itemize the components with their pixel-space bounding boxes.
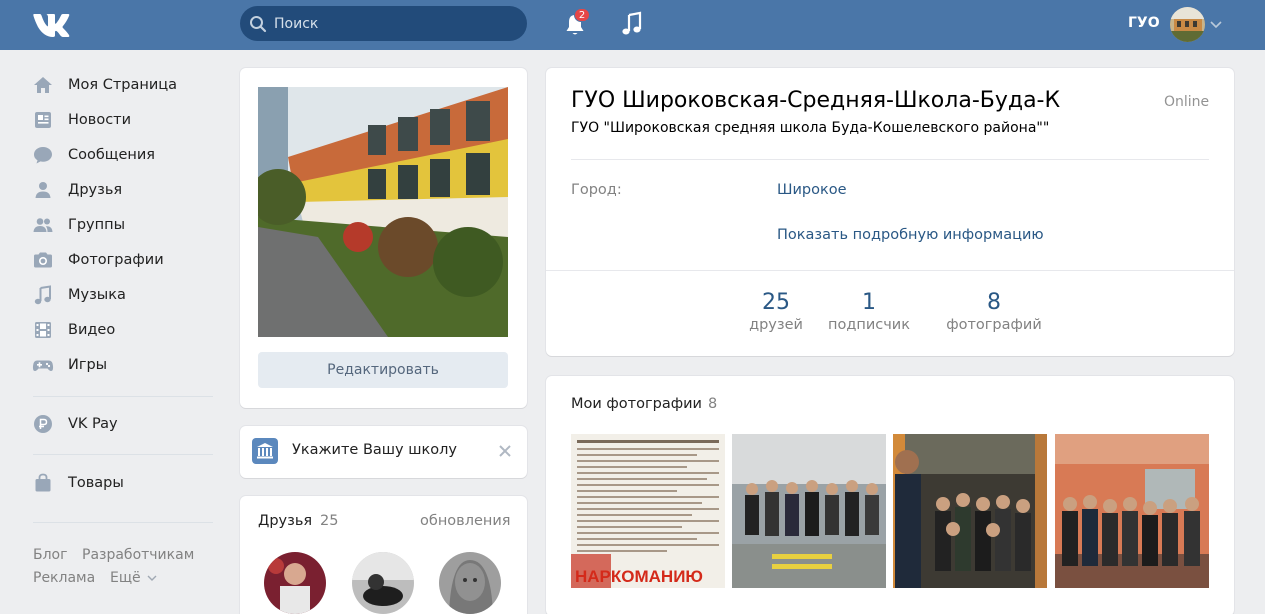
- profile-status[interactable]: ГУО "Широковская средняя школа Буда-Коше…: [571, 120, 1049, 136]
- sidebar-item-label: Фотографии: [68, 252, 164, 268]
- photo-thumb[interactable]: [1055, 434, 1209, 588]
- school-prompt-text: Укажите Вашу школу: [292, 442, 457, 458]
- sidebar-item-label: Друзья: [68, 182, 123, 198]
- header-user-name[interactable]: ГУО: [1128, 15, 1160, 31]
- profile-info-card: ГУО Широковская-Средняя-Школа-Буда-К ГУО…: [546, 68, 1234, 356]
- notification-badge: 2: [574, 8, 590, 22]
- photo-thumb[interactable]: [732, 434, 886, 588]
- sidebar-item-messages[interactable]: Сообщения: [32, 140, 222, 170]
- sidebar-item-games[interactable]: Игры: [32, 350, 222, 380]
- sidebar-item-label: Новости: [68, 112, 132, 128]
- search-icon: [250, 16, 267, 33]
- sidebar-item-news[interactable]: Новости: [32, 105, 222, 135]
- vk-pay-icon: [32, 413, 54, 435]
- news-icon: [32, 109, 54, 131]
- sidebar-item-vk-pay[interactable]: VK Pay: [32, 409, 222, 439]
- stat-number: 8: [987, 290, 1001, 315]
- sidebar-item-label: VK Pay: [68, 416, 118, 432]
- photos-title[interactable]: Мои фотографии: [571, 396, 702, 412]
- photo-thumb[interactable]: НАРКОМАНИЮ: [571, 434, 725, 588]
- stat-caption: подписчик: [827, 317, 910, 333]
- music-icon: [32, 284, 54, 306]
- sidebar-item-market[interactable]: Товары: [32, 468, 222, 498]
- friends-count: 25: [320, 513, 339, 529]
- video-icon: [32, 319, 54, 341]
- sidebar-divider: [33, 396, 213, 397]
- stat-followers[interactable]: 1 подписчик: [824, 290, 914, 333]
- friends-updates-link[interactable]: обновления: [420, 513, 511, 529]
- chevron-down-icon[interactable]: [1210, 19, 1222, 29]
- profile-photo-card: Редактировать: [240, 68, 527, 408]
- sidebar-item-label: Моя Страница: [68, 77, 178, 93]
- bag-icon: [32, 472, 54, 494]
- thumb-caption: НАРКОМАНИЮ: [575, 567, 703, 586]
- friends-title[interactable]: Друзья: [258, 513, 312, 529]
- friends-card: Друзья 25 обновления: [240, 496, 527, 614]
- sidebar-divider: [33, 522, 213, 523]
- footer-link-blog[interactable]: Блог: [33, 547, 67, 563]
- sidebar-item-label: Игры: [68, 357, 108, 373]
- profile-photo[interactable]: [258, 87, 508, 337]
- show-details-link[interactable]: Показать подробную информацию: [777, 227, 1044, 243]
- profile-name: ГУО Широковская-Средняя-Школа-Буда-К: [571, 88, 1061, 113]
- city-label: Город:: [571, 182, 622, 198]
- sidebar-item-video[interactable]: Видео: [32, 315, 222, 345]
- search-input[interactable]: [274, 6, 514, 41]
- sidebar-item-label: Сообщения: [68, 147, 156, 163]
- stat-caption: друзей: [749, 317, 803, 333]
- top-header: 2 ГУО: [0, 0, 1265, 50]
- sidebar-item-music[interactable]: Музыка: [32, 280, 222, 310]
- city-link[interactable]: Широкое: [777, 182, 847, 198]
- stat-photos[interactable]: 8 фотографий: [942, 290, 1046, 333]
- music-icon[interactable]: [620, 11, 644, 37]
- close-icon[interactable]: [498, 444, 512, 458]
- online-status: Online: [1164, 94, 1210, 110]
- photo-thumb[interactable]: [893, 434, 1047, 588]
- search-box[interactable]: [240, 6, 527, 41]
- divider: [546, 270, 1234, 271]
- chevron-down-icon: [147, 575, 157, 581]
- sidebar-item-label: Музыка: [68, 287, 126, 303]
- divider: [571, 159, 1209, 160]
- sidebar-item-label: Товары: [68, 475, 124, 491]
- header-avatar[interactable]: [1170, 7, 1205, 42]
- friend-avatar[interactable]: [264, 552, 326, 614]
- messages-icon: [32, 144, 54, 166]
- friend-avatar[interactable]: [439, 552, 501, 614]
- vk-logo[interactable]: [32, 10, 74, 38]
- friend-avatar[interactable]: [352, 552, 414, 614]
- school-prompt-card[interactable]: Укажите Вашу школу: [240, 426, 527, 478]
- sidebar-item-photos[interactable]: Фотографии: [32, 245, 222, 275]
- stat-number: 1: [862, 290, 876, 315]
- sidebar-divider: [33, 454, 213, 455]
- friends-icon: [32, 179, 54, 201]
- photos-card: Мои фотографии 8 НАРКОМАНИЮ: [546, 376, 1234, 614]
- footer-more-label: Ещё: [110, 570, 141, 586]
- school-icon: [252, 438, 278, 464]
- camera-icon: [32, 249, 54, 271]
- stat-number: 25: [762, 290, 790, 315]
- sidebar-item-friends[interactable]: Друзья: [32, 175, 222, 205]
- footer-link-developers[interactable]: Разработчикам: [82, 547, 194, 563]
- groups-icon: [32, 214, 54, 236]
- stat-caption: фотографий: [946, 317, 1042, 333]
- footer-link-more[interactable]: Ещё: [110, 570, 157, 586]
- footer-link-ads[interactable]: Реклама: [33, 570, 95, 586]
- edit-profile-button[interactable]: Редактировать: [258, 352, 508, 388]
- sidebar-item-my-page[interactable]: Моя Страница: [32, 70, 222, 100]
- photos-count: 8: [708, 396, 718, 412]
- gamepad-icon: [32, 354, 54, 376]
- sidebar-item-groups[interactable]: Группы: [32, 210, 222, 240]
- sidebar-item-label: Видео: [68, 322, 116, 338]
- stat-friends[interactable]: 25 друзей: [736, 290, 816, 333]
- home-icon: [32, 74, 54, 96]
- sidebar-item-label: Группы: [68, 217, 126, 233]
